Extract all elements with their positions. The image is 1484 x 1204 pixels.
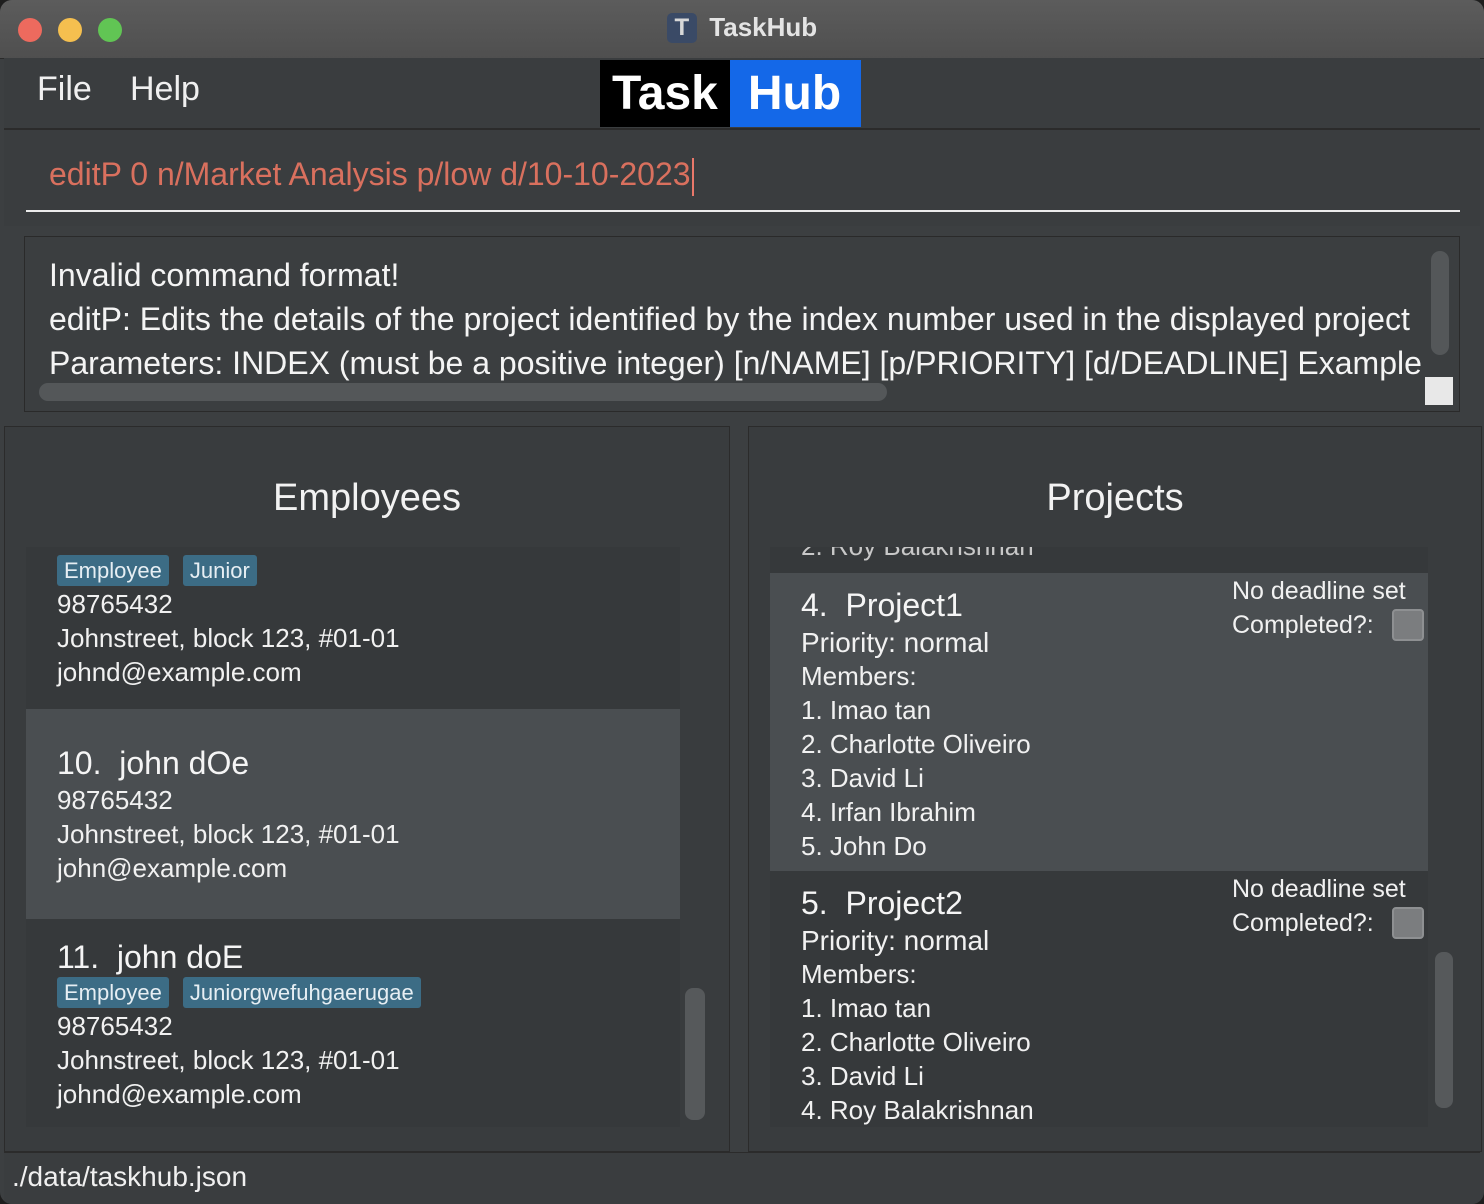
taskhub-window: T TaskHub File Help Task Hub editP 0 n/M… [0, 0, 1484, 1204]
window-title-group: T TaskHub [0, 12, 1484, 43]
result-horizontal-scrollbar[interactable] [39, 383, 887, 401]
command-input[interactable]: editP 0 n/Market Analysis p/low d/10-10-… [49, 156, 694, 196]
project-member: 4. Irfan Ibrahim [801, 797, 976, 827]
employee-index: 11. [57, 939, 100, 975]
employee-phone: 98765432 [57, 1011, 173, 1041]
employee-address: Johnstreet, block 123, #01-01 [57, 819, 400, 849]
project-card-partial[interactable]: 2. Roy Balakrishnan [770, 547, 1428, 573]
employee-phone: 98765432 [57, 589, 173, 619]
data-file-path: ./data/taskhub.json [12, 1161, 248, 1192]
completed-label: Completed?: [1232, 909, 1374, 937]
project-index: 5. [801, 885, 828, 921]
employee-email: john@example.com [57, 853, 288, 883]
project-member: 3. David Li [801, 763, 924, 793]
project-members-label: Members: [801, 959, 917, 989]
project-name: 5. Project2 [801, 885, 963, 922]
project-deadline: No deadline set [1232, 577, 1406, 605]
project-name: 4. Project1 [801, 587, 963, 624]
project-member: 5. John Do [801, 831, 927, 861]
employee-address: Johnstreet, block 123, #01-01 [57, 1045, 400, 1075]
project-priority: Priority: normal [801, 627, 990, 658]
project-deadline: No deadline set [1232, 875, 1406, 903]
result-line-2: editP: Edits the details of the project … [49, 301, 1410, 337]
employee-tags: Employee Juniorgwefuhgaerugae [57, 977, 421, 1008]
result-text: Invalid command format! editP: Edits the… [49, 253, 1422, 385]
result-vertical-scrollbar[interactable] [1431, 251, 1449, 355]
employee-email: johnd@example.com [57, 657, 302, 687]
command-box: editP 0 n/Market Analysis p/low d/10-10-… [4, 130, 1480, 226]
employee-tags: Employee Junior [57, 555, 257, 586]
employee-list[interactable]: Employee Junior 98765432 Johnstreet, blo… [26, 547, 680, 1127]
project-member: 1. Imao tan [801, 993, 932, 1023]
employee-list-scrollbar[interactable] [685, 988, 705, 1120]
project-list[interactable]: 2. Roy Balakrishnan 4. Project1 Priority… [770, 547, 1428, 1127]
result-line-1: Invalid command format! [49, 257, 400, 293]
window-title: TaskHub [709, 12, 818, 42]
employee-address: Johnstreet, block 123, #01-01 [57, 623, 400, 653]
project-member: 2. Charlotte Oliveiro [801, 729, 1031, 759]
project-index: 4. [801, 587, 828, 623]
employee-card-selected[interactable]: 10. john dOe 98765432 Johnstreet, block … [26, 709, 680, 919]
project-card[interactable]: 5. Project2 Priority: normal Members: 1.… [770, 871, 1428, 1127]
project-priority: Priority: normal [801, 925, 990, 956]
employee-email: johnd@example.com [57, 1079, 302, 1109]
projects-title: Projects [1046, 477, 1184, 519]
employee-card[interactable]: Employee Junior 98765432 Johnstreet, blo… [26, 547, 680, 709]
taskhub-logo: Task Hub [600, 60, 862, 127]
project-name-text: Project2 [845, 885, 963, 921]
command-underline [26, 210, 1460, 212]
project-member: 2. Charlotte Oliveiro [801, 1027, 1031, 1057]
employee-card[interactable]: 11. john doE Employee Juniorgwefuhgaerug… [26, 919, 680, 1127]
employee-name: 10. john dOe [57, 745, 249, 782]
employees-panel: Employees Employee Junior 98765432 Johns… [4, 426, 730, 1152]
title-bar: T TaskHub [0, 0, 1484, 59]
scroll-corner [1425, 377, 1453, 405]
project-name-text: Project1 [845, 587, 963, 623]
menu-bar: File Help Task Hub [4, 58, 1480, 130]
tag: Employee [57, 555, 169, 586]
tag: Employee [57, 977, 169, 1008]
completed-label: Completed?: [1232, 611, 1374, 639]
employee-name-text: john dOe [119, 745, 250, 781]
text-caret [691, 157, 694, 196]
menu-help[interactable]: Help [130, 70, 200, 109]
project-list-scrollbar[interactable] [1435, 952, 1453, 1108]
employee-phone: 98765432 [57, 785, 173, 815]
employees-title: Employees [273, 477, 461, 519]
project-member: 3. David Li [801, 1061, 924, 1091]
project-member: 1. Imao tan [801, 695, 932, 725]
project-card-selected[interactable]: 4. Project1 Priority: normal Members: 1.… [770, 573, 1428, 871]
command-input-value: editP 0 n/Market Analysis p/low d/10-10-… [49, 156, 691, 192]
completed-checkbox[interactable] [1392, 907, 1424, 939]
result-display: Invalid command format! editP: Edits the… [24, 236, 1460, 412]
employee-name: 11. john doE [57, 939, 243, 976]
logo-task-text: Task [600, 60, 730, 127]
result-line-3: Parameters: INDEX (must be a positive in… [49, 345, 1422, 381]
project-members-label: Members: [801, 661, 917, 691]
project-member-partial: 2. Roy Balakrishnan [801, 547, 1034, 562]
projects-panel: Projects 2. Roy Balakrishnan 4. Project1… [748, 426, 1482, 1152]
completed-checkbox[interactable] [1392, 609, 1424, 641]
tag: Juniorgwefuhgaerugae [182, 977, 421, 1008]
employee-index: 10. [57, 745, 102, 781]
tag: Junior [182, 555, 257, 586]
menu-file[interactable]: File [37, 70, 92, 109]
app-icon: T [666, 12, 697, 43]
logo-hub-text: Hub [729, 60, 862, 127]
status-bar: ./data/taskhub.json [4, 1152, 1480, 1204]
employee-name-text: john doE [116, 939, 244, 975]
project-member: 4. Roy Balakrishnan [801, 1095, 1034, 1125]
